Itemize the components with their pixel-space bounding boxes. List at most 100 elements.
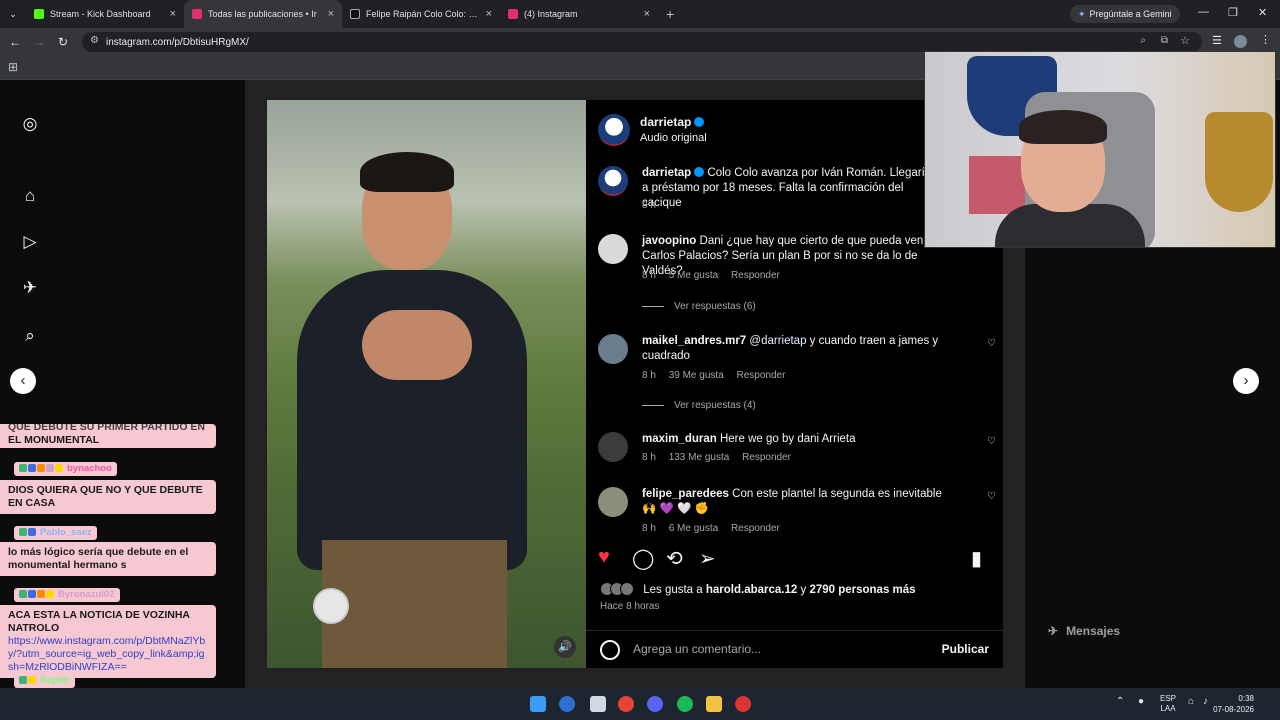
search-icon[interactable] (559, 696, 575, 712)
site-info-icon[interactable]: ⚙ (90, 35, 99, 46)
close-tab-icon[interactable]: × (328, 8, 334, 20)
chat-link[interactable]: https://www.instagram.com/p/DbtMNaZlYby/… (8, 635, 205, 673)
tab-instagram[interactable]: (4) Instagram × (500, 0, 658, 28)
comment-likes[interactable]: 133 Me gusta (669, 452, 730, 463)
address-bar[interactable]: ⚙ instagram.com/p/DbtisuHRgMX/ ⌕ ⧉ ☆ (82, 32, 1202, 52)
zoom-icon[interactable]: ⌕ (1140, 35, 1146, 46)
gemini-button[interactable]: ✦ Pregúntale a Gemini (1070, 5, 1180, 23)
start-icon[interactable] (530, 696, 546, 712)
back-icon[interactable]: ← (3, 35, 27, 49)
install-icon[interactable]: ⧉ (1161, 35, 1168, 46)
network-icon[interactable]: ⌂ (1188, 696, 1194, 707)
profile-avatar[interactable] (1234, 35, 1247, 48)
menu-icon[interactable]: ⋮ (1260, 33, 1271, 46)
folder-icon[interactable] (706, 696, 722, 712)
reply-button[interactable]: Responder (731, 523, 780, 534)
messages-widget[interactable]: ✈ Mensajes (1048, 624, 1120, 638)
forward-icon[interactable]: → (27, 35, 51, 49)
comment-likes[interactable]: 5 Me gusta (669, 270, 718, 281)
search-icon[interactable]: ⌕ (20, 326, 40, 346)
close-tab-icon[interactable]: × (170, 8, 176, 20)
new-tab-icon[interactable]: + (658, 6, 682, 22)
comment-username[interactable]: felipe_paredees (642, 488, 729, 500)
comment-body: Here we go by dani Arrieta (719, 433, 856, 445)
reply-button[interactable]: Responder (737, 370, 786, 381)
prev-post-button[interactable]: ‹ (10, 368, 36, 394)
post-video[interactable]: 🔊 (267, 100, 586, 668)
volume-icon[interactable]: ♪ (1203, 696, 1208, 707)
comment-username[interactable]: maikel_andres.mr7 (642, 335, 746, 347)
author-avatar[interactable] (598, 166, 628, 196)
explorer-window-icon[interactable] (590, 696, 606, 712)
comment-username[interactable]: maxim_duran (642, 433, 717, 445)
system-clock[interactable]: 0:38 07-08-2026 (1213, 693, 1254, 715)
save-bookmark-icon[interactable]: ▮ (971, 546, 982, 571)
comment-likes[interactable]: 39 Me gusta (669, 370, 724, 381)
reels-icon[interactable]: ▷ (20, 232, 40, 252)
messenger-icon: ✈ (1048, 624, 1059, 638)
video-watermark-avatar (313, 588, 349, 624)
like-heart-icon[interactable]: ♥ (598, 546, 610, 569)
liker-username[interactable]: harold.abarca.12 (706, 584, 797, 596)
chat-username: Rapt0r (14, 674, 76, 688)
like-comment-icon[interactable]: ♡ (987, 338, 996, 349)
author-avatar[interactable] (598, 114, 630, 146)
language-indicator[interactable]: ESP LAA (1160, 694, 1176, 714)
mention-link[interactable]: @darrietap (749, 335, 806, 347)
reload-icon[interactable]: ↻ (51, 35, 75, 49)
publish-button[interactable]: Publicar (942, 642, 989, 656)
tab-kick[interactable]: Stream - Kick Dashboard × (26, 0, 184, 28)
app-icon[interactable] (735, 696, 751, 712)
bookmark-star-icon[interactable]: ☆ (1180, 34, 1190, 47)
commenter-avatar[interactable] (598, 432, 628, 462)
commenter-avatar[interactable] (598, 487, 628, 517)
tab-tiktok[interactable]: Felipe Raipán Colo Colo: ética o × (342, 0, 500, 28)
commenter-avatar[interactable] (598, 234, 628, 264)
minimize-icon[interactable]: — (1198, 6, 1209, 18)
author-username[interactable]: darrietap (640, 115, 705, 129)
comment-likes[interactable]: 6 Me gusta (669, 523, 718, 534)
messages-icon[interactable]: ✈ (20, 278, 40, 298)
comment-icon[interactable]: ◯ (632, 546, 654, 571)
emoji-icon[interactable] (600, 640, 620, 660)
comment-username[interactable]: javoopino (642, 235, 696, 247)
apps-grid-icon[interactable]: ⊞ (8, 60, 18, 74)
extensions-icon[interactable]: ☰ (1212, 34, 1222, 47)
tray-chevron-icon[interactable]: ⌃ (1116, 696, 1124, 707)
tab-title: (4) Instagram (524, 9, 578, 19)
spotify-icon[interactable] (677, 696, 693, 712)
likes-count[interactable]: 2790 personas más (809, 584, 915, 596)
caption-username[interactable]: darrietap (642, 167, 691, 179)
close-tab-icon[interactable]: × (486, 8, 492, 20)
chat-message-text: EL MONUMENTAL (8, 434, 100, 446)
mute-toggle-icon[interactable]: 🔊 (554, 636, 576, 658)
reply-button[interactable]: Responder (742, 452, 791, 463)
next-post-button[interactable]: › (1233, 368, 1259, 394)
home-icon[interactable]: ⌂ (20, 186, 40, 206)
instagram-logo-icon[interactable]: ◎ (20, 114, 40, 134)
maximize-icon[interactable]: ❐ (1228, 6, 1238, 19)
chat-message-text: QUE DEBUTE SU PRIMER PARTIDO EN (8, 424, 205, 433)
reply-button[interactable]: Responder (731, 270, 780, 281)
tab-instagram-posts[interactable]: Todas las publicaciones • Ir × (184, 0, 342, 28)
share-icon[interactable]: ➢ (699, 546, 716, 571)
instagram-favicon-icon (508, 9, 518, 19)
chat-message: lo más lógico sería que debute en el mon… (0, 542, 216, 576)
commenter-avatar[interactable] (598, 334, 628, 364)
comment-meta: 8 h 39 Me gusta Responder (642, 370, 795, 381)
view-replies-button[interactable]: Ver respuestas (6) (642, 301, 756, 312)
view-replies-button[interactable]: Ver respuestas (4) (642, 400, 756, 411)
repost-icon[interactable]: ⟲ (666, 546, 683, 571)
tab-search-icon[interactable]: ⌄ (0, 9, 26, 20)
likes-summary: Les gusta a harold.abarca.12 y 2790 pers… (600, 582, 916, 596)
like-comment-icon[interactable]: ♡ (987, 491, 996, 502)
close-window-icon[interactable]: ✕ (1258, 6, 1267, 19)
microphone-icon[interactable]: ● (1138, 696, 1144, 707)
discord-icon[interactable] (647, 696, 663, 712)
close-tab-icon[interactable]: × (644, 8, 650, 20)
chrome-icon[interactable] (618, 696, 634, 712)
comment-input[interactable]: Agrega un comentario... (633, 642, 761, 656)
comment-text: felipe_paredees Con este plantel la segu… (642, 487, 942, 517)
like-comment-icon[interactable]: ♡ (987, 436, 996, 447)
audio-label[interactable]: Audio original (640, 132, 707, 144)
